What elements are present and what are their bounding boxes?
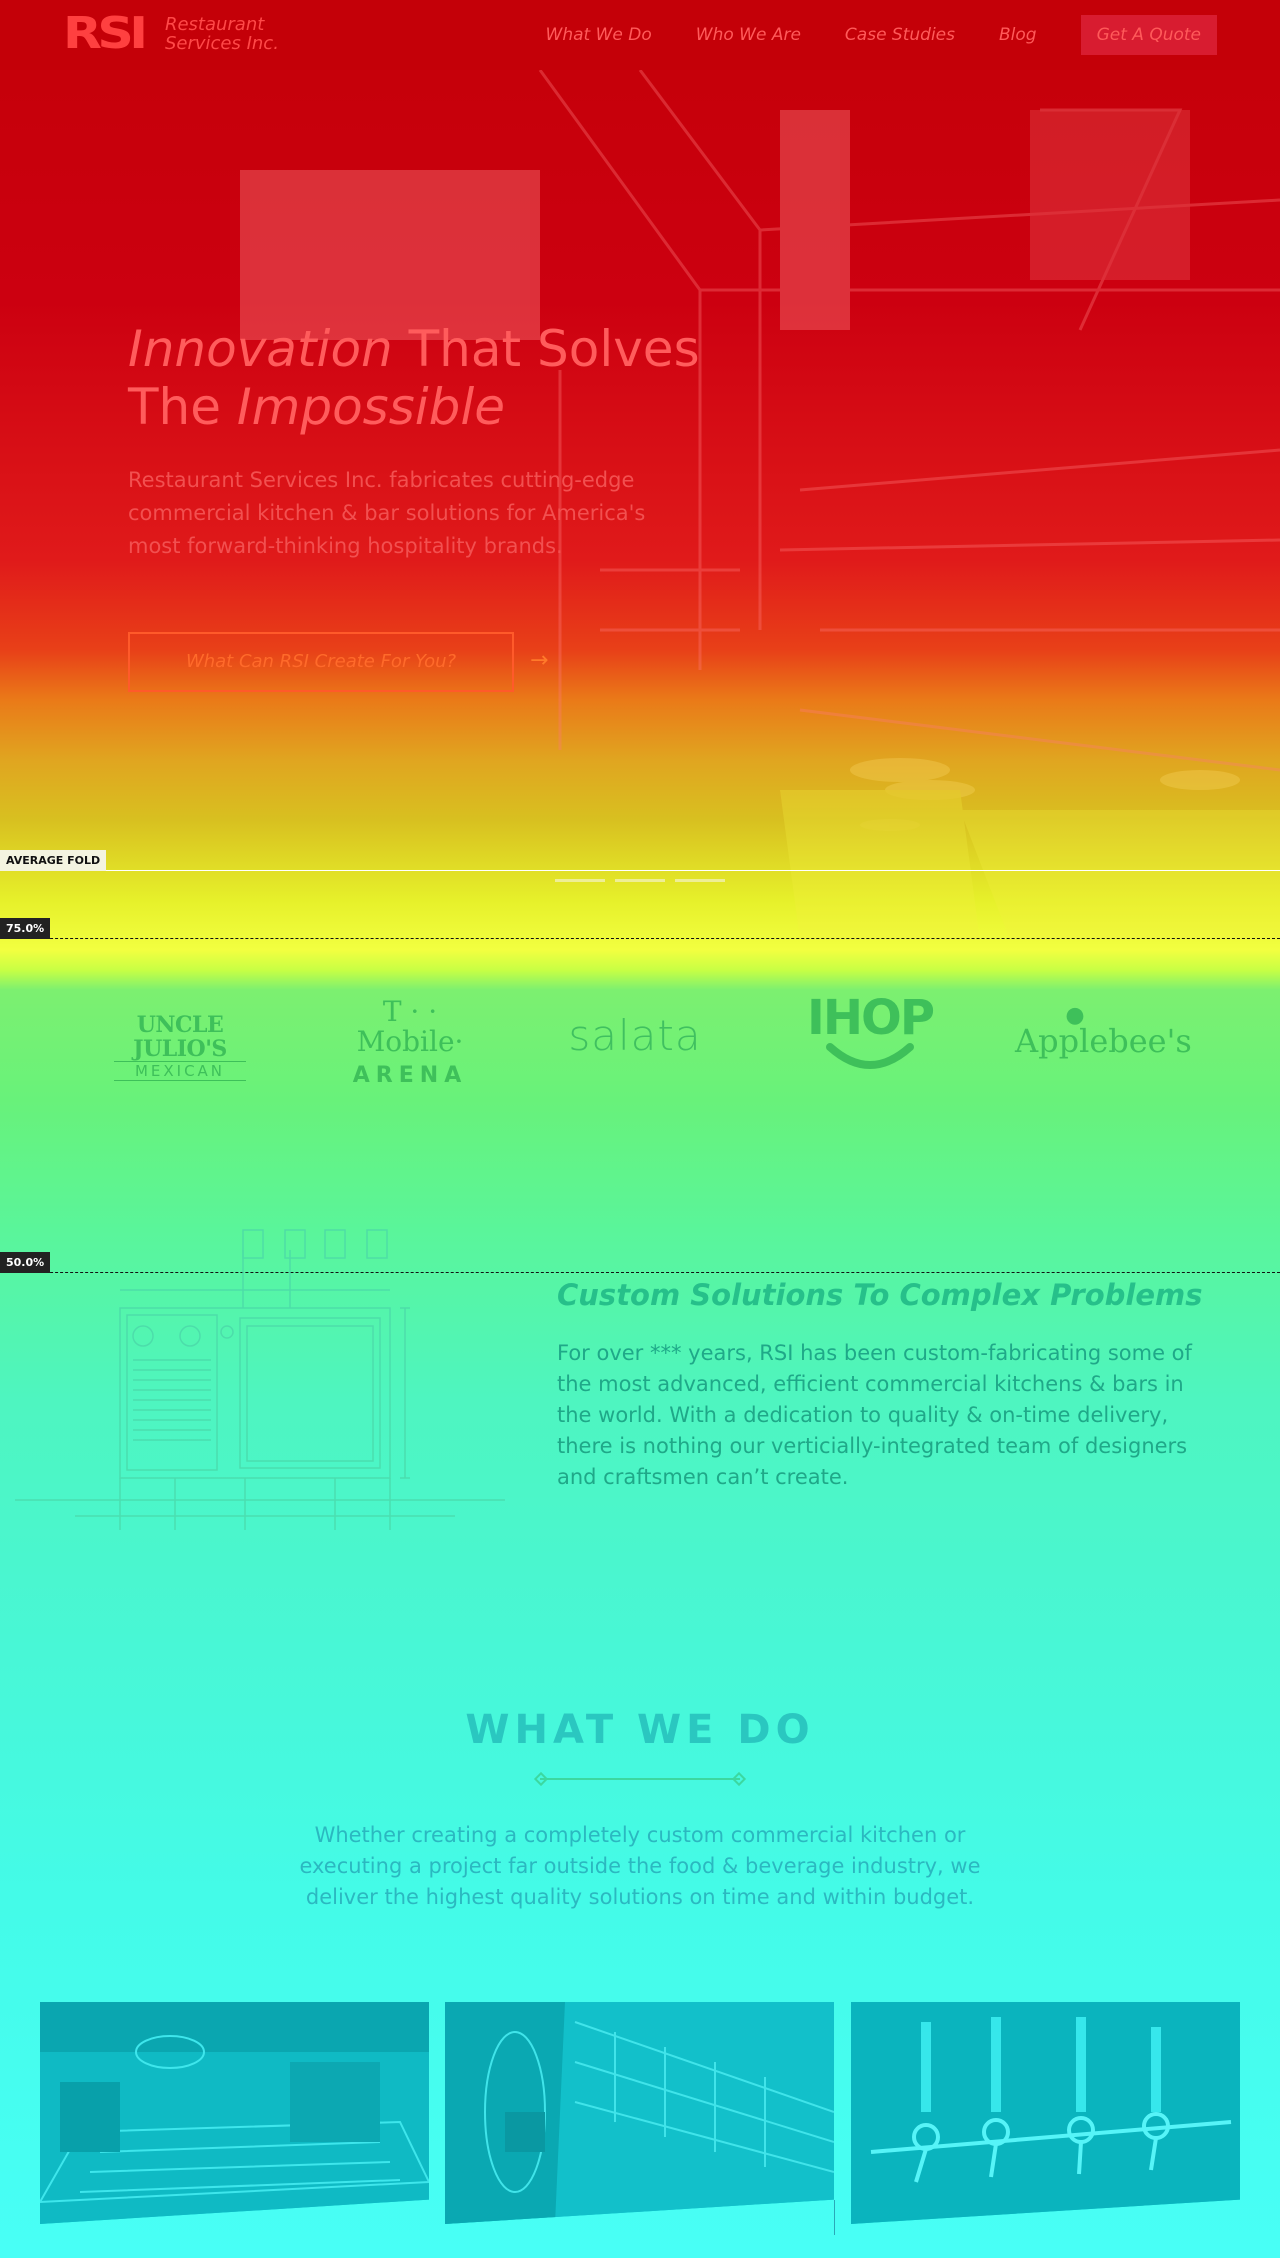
logo-mark: RSI [63, 8, 148, 59]
slider-dot-1[interactable] [555, 879, 605, 882]
restaurant-bar-image [40, 2002, 429, 2224]
hero-title-italic-2: Impossible [236, 378, 506, 436]
scroll-75-label: 75.0% [0, 918, 51, 939]
service-card-kitchen[interactable] [445, 2002, 834, 2224]
tmobile-line-2: ARENA [352, 1063, 468, 1088]
hero-title-italic-1: Innovation [128, 320, 393, 378]
hero-title-plain-2: The [128, 378, 237, 436]
logo-text: Restaurant Services Inc. [165, 15, 279, 53]
average-fold-line [0, 870, 1280, 871]
what-we-do-title: WHAT WE DO [465, 1707, 815, 1753]
get-a-quote-button[interactable]: Get A Quote [1080, 15, 1217, 55]
service-card-beverage[interactable] [851, 2002, 1240, 2224]
slider-dot-2[interactable] [615, 879, 665, 882]
custom-solutions-title: Custom Solutions To Complex Problems [557, 1278, 1203, 1312]
logo-uncle-julios: UNCLE JULIO'S MEXICAN [100, 1013, 260, 1081]
kitchen-line-image [445, 2002, 834, 2224]
service-card-restaurant[interactable] [40, 2002, 429, 2224]
what-we-do-body: Whether creating a completely custom com… [299, 1823, 981, 1909]
logo-ihop: IHOP [795, 993, 945, 1075]
nav-link-blog[interactable]: Blog [999, 25, 1037, 45]
hero-cta-button[interactable]: What Can RSI Create For You? [128, 632, 514, 692]
title-divider [540, 1778, 740, 1780]
logo-applebees: ● Applebee's [1015, 1005, 1192, 1060]
logo-line-2: Services Inc. [164, 33, 279, 54]
custom-solutions-body: For over *** years, RSI has been custom-… [557, 1341, 1192, 1489]
site-header: RSI Restaurant Services Inc. What We Do … [0, 0, 1280, 70]
client-logos: UNCLE JULIO'S MEXICAN T · · Mobile· AREN… [0, 985, 1280, 1105]
applebees-wordmark: Applebee's [1015, 1022, 1192, 1060]
slider-dots [555, 879, 735, 882]
hero-title-plain-1: That Solves [392, 320, 700, 378]
beer-taps-image [851, 2002, 1240, 2224]
card-divider [834, 2200, 835, 2235]
uncle-julios-line-2: MEXICAN [114, 1061, 246, 1081]
scroll-75-line [0, 938, 1280, 939]
hero-title: Innovation That Solves The Impossible [128, 320, 700, 436]
hero-section: Innovation That Solves The Impossible Re… [0, 70, 1280, 940]
slider-dot-3[interactable] [675, 879, 725, 882]
hero-subtitle: Restaurant Services Inc. fabricates cutt… [128, 468, 646, 558]
logo-tmobile-arena: T · · Mobile· ARENA [330, 995, 490, 1089]
apple-icon: ● [1065, 1003, 1085, 1028]
nav-link-case-studies[interactable]: Case Studies [845, 25, 955, 45]
nav-link-who-we-are[interactable]: Who We Are [696, 25, 801, 45]
rsi-logo[interactable]: RSI Restaurant Services Inc. [63, 8, 279, 59]
logo-salata: salata [568, 1011, 702, 1060]
average-fold-label: AVERAGE FOLD [0, 850, 107, 871]
ihop-wordmark: IHOP [806, 990, 935, 1046]
uncle-julios-line-1: UNCLE JULIO'S [133, 1012, 227, 1062]
main-nav: What We Do Who We Are Case Studies Blog … [502, 15, 1217, 55]
equipment-blueprint-drawing [15, 1229, 505, 1530]
logo-line-1: Restaurant [164, 14, 265, 35]
tmobile-line-1: T · · Mobile· [356, 995, 464, 1058]
ihop-smile-icon [826, 1043, 914, 1069]
nav-link-what-we-do[interactable]: What We Do [546, 25, 652, 45]
arrow-right-icon: → [530, 648, 549, 673]
